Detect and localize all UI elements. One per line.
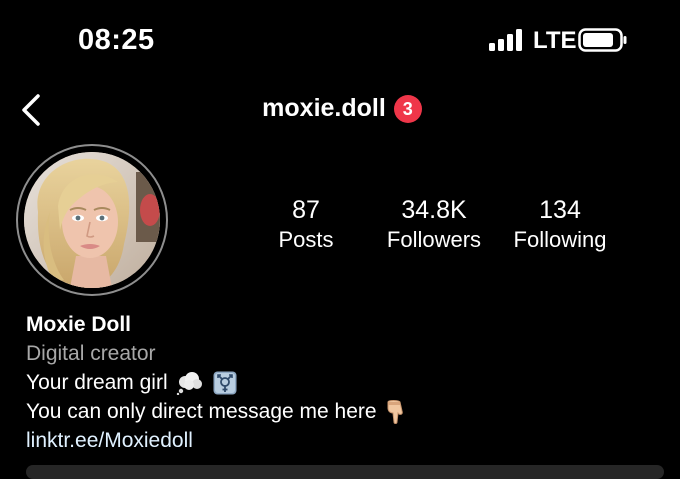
- profile-username: moxie.doll: [262, 94, 386, 122]
- followers-stat[interactable]: 34.8K Followers: [380, 196, 488, 255]
- profile-bio: Moxie Doll Digital creator Your dream gi…: [26, 310, 407, 455]
- bio-line-1: Your dream girl: [26, 368, 407, 397]
- following-label: Following: [513, 227, 607, 252]
- action-button-row[interactable]: [26, 465, 664, 479]
- followers-count: 34.8K: [401, 196, 467, 224]
- following-count: 134: [539, 196, 581, 224]
- notification-badge[interactable]: 3: [393, 94, 422, 123]
- posts-label: Posts: [278, 227, 334, 252]
- bio-line-2: You can only direct message me here: [26, 397, 407, 426]
- status-time: 08:25: [78, 24, 155, 56]
- avatar[interactable]: [24, 152, 160, 288]
- bio-line-2-text: You can only direct message me here: [26, 400, 377, 423]
- transgender-symbol-icon: [213, 371, 237, 395]
- followers-label: Followers: [386, 227, 482, 252]
- avatar-photo: [24, 152, 160, 288]
- battery-icon: [578, 28, 627, 52]
- display-name: Moxie Doll: [26, 313, 132, 336]
- following-stat[interactable]: 134 Following: [508, 196, 612, 255]
- bio-line-1-text: Your dream girl: [26, 371, 168, 394]
- profile-link[interactable]: linktr.ee/Moxiedoll: [26, 426, 407, 455]
- thought-bubble-icon: [177, 372, 203, 396]
- posts-stat[interactable]: 87 Posts: [270, 196, 342, 255]
- status-bar: 08:25 LTE: [0, 0, 680, 80]
- network-label: LTE: [533, 27, 577, 54]
- profile-header: moxie.doll 3: [0, 94, 680, 123]
- pointing-down-hand-icon: [387, 400, 404, 425]
- profile-category: Digital creator: [26, 342, 156, 365]
- signal-icon: [489, 29, 522, 51]
- posts-count: 87: [292, 196, 320, 224]
